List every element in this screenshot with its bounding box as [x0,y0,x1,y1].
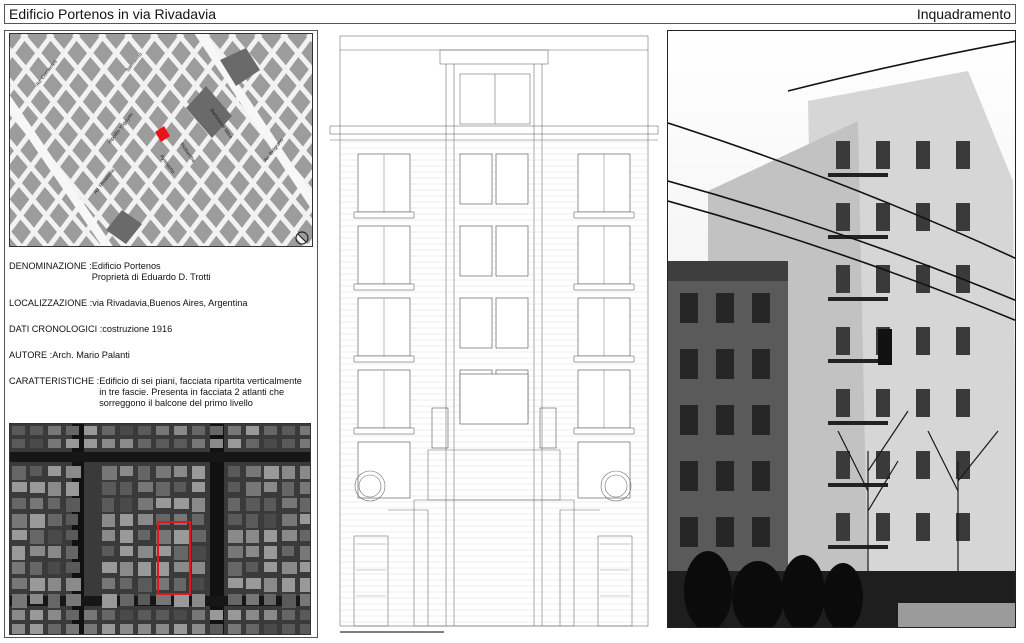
dati-row: DATI CRONOLOGICI : costruzione 1916 [9,324,315,335]
dati-value: costruzione 1916 [102,324,173,334]
sheet-section: Inquadramento [916,6,1011,22]
title-bar: Edificio Portenos in via Rivadavia Inqua… [4,4,1016,24]
autore-label: AUTORE : [9,350,53,360]
street-photo [667,30,1016,628]
building-info: DENOMINAZIONE : Edificio Portenos Propri… [9,261,315,415]
caratteristiche-label: CARATTERISTICHE : [9,376,100,386]
caratteristiche-row: CARATTERISTICHE : Edificio di sei piani,… [9,376,315,409]
autore-row: AUTORE : Arch. Mario Palanti [9,350,315,361]
localizzazione-row: LOCALIZZAZIONE : via Rivadavia,Buenos Ai… [9,298,315,309]
autore-value: Arch. Mario Palanti [52,350,130,360]
denominazione-value: Edificio Portenos Proprietà di Eduardo D… [91,261,211,282]
facade-elevation-drawing [328,30,660,636]
caratteristiche-value: Edificio di sei piani, facciata ripartit… [99,376,302,408]
localizzazione-label: LOCALIZZAZIONE : [9,298,93,308]
sheet-title: Edificio Portenos in via Rivadavia [9,6,216,22]
info-panel: Av. Corrientes Sarmiento Hipolito Yrigoy… [4,30,318,638]
dati-label: DATI CRONOLOGICI : [9,324,103,334]
localizzazione-value: via Rivadavia,Buenos Aires, Argentina [92,298,248,308]
aerial-photo [9,423,311,635]
denominazione-label: DENOMINAZIONE : [9,261,92,271]
location-map: Av. Corrientes Sarmiento Hipolito Yrigoy… [9,33,313,247]
denominazione-row: DENOMINAZIONE : Edificio Portenos Propri… [9,261,315,283]
